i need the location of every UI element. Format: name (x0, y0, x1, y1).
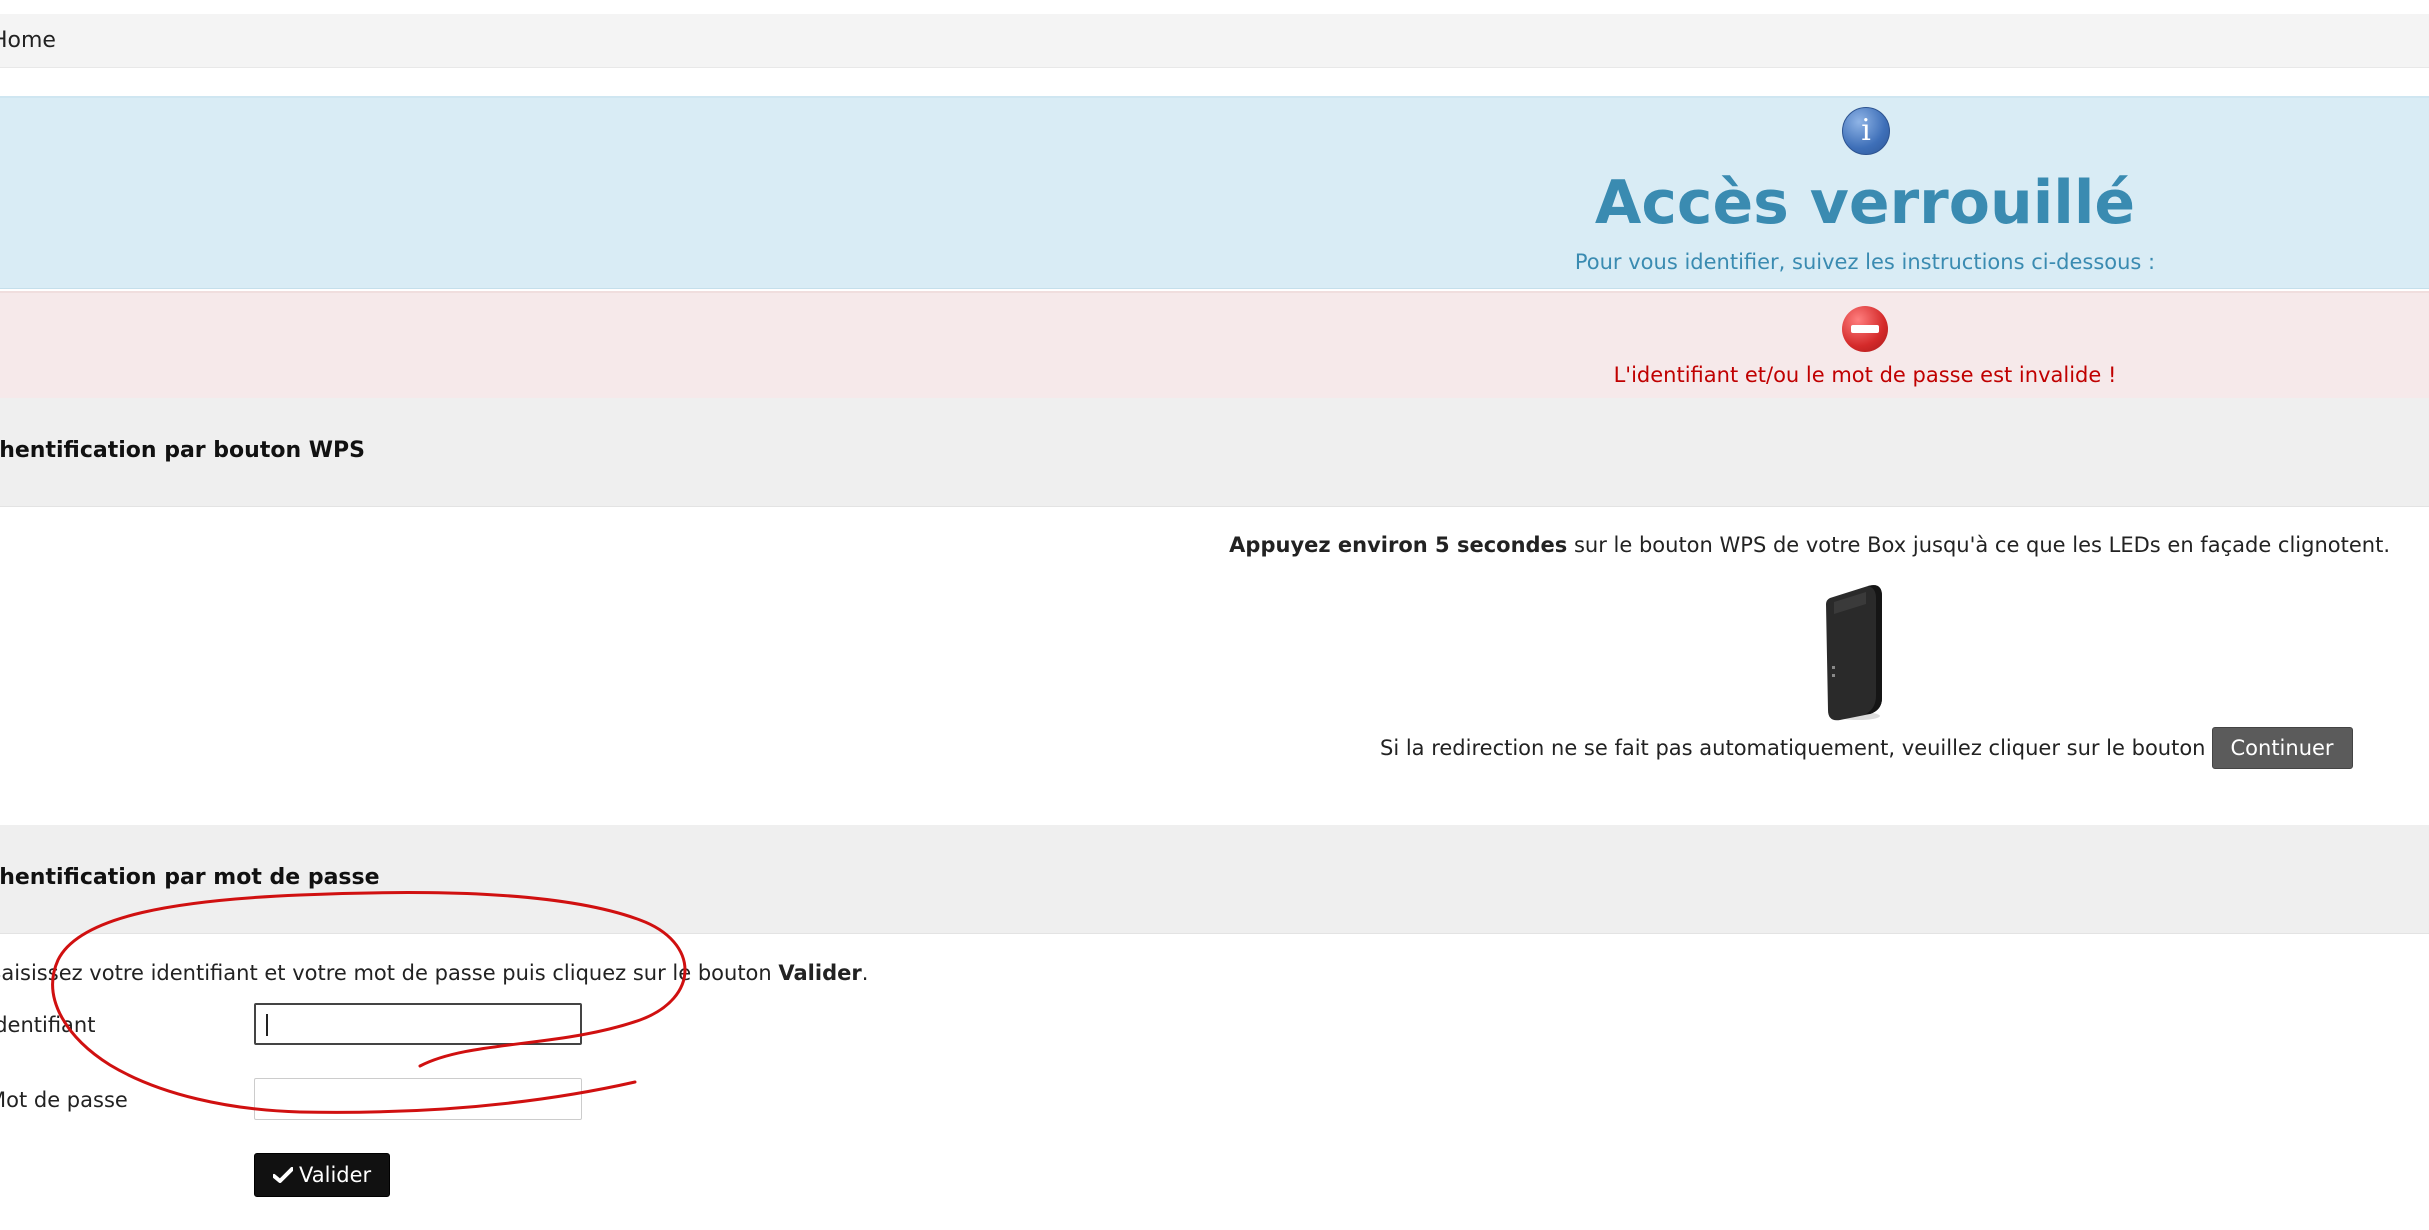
wps-instruction-rest: sur le bouton WPS de votre Box jusqu'à c… (1567, 533, 2390, 557)
check-icon (273, 1167, 293, 1183)
password-section-title: Authentification par mot de passe (0, 865, 380, 890)
error-banner: L'identifiant et/ou le mot de passe est … (0, 291, 2429, 399)
breadcrumb-home[interactable]: Home (0, 28, 56, 53)
error-message: L'identifiant et/ou le mot de passe est … (1613, 363, 2117, 387)
wps-section-header: Authentification par bouton WPS (0, 398, 2429, 507)
wps-instruction: Appuyez environ 5 secondes sur le bouton… (1000, 533, 2390, 557)
password-instruction-bold: Valider (778, 961, 862, 985)
submit-button[interactable]: Valider (254, 1153, 391, 1197)
info-banner: i Accès verrouillé Pour vous identifier,… (0, 96, 2429, 289)
page-subtitle: Pour vous identifier, suivez les instruc… (1574, 250, 2156, 274)
box-device-image (1826, 585, 1882, 721)
password-instruction: Saisissez votre identifiant et votre mot… (0, 961, 868, 985)
wps-section-title: Authentification par bouton WPS (0, 438, 366, 463)
error-icon (1842, 306, 1888, 352)
password-instruction-prefix: Saisissez votre identifiant et votre mot… (0, 961, 779, 985)
redirect-row: Si la redirection ne se fait pas automat… (1380, 727, 2353, 769)
password-section-header: Authentification par mot de passe (0, 825, 2429, 934)
redirect-text: Si la redirection ne se fait pas automat… (1380, 736, 2206, 760)
password-input[interactable] (254, 1078, 582, 1120)
wps-instruction-bold: Appuyez environ 5 secondes (1229, 533, 1568, 557)
username-label: Identifiant (0, 1013, 96, 1037)
password-instruction-suffix: . (861, 961, 869, 985)
password-label: Mot de passe (0, 1088, 128, 1112)
info-icon: i (1842, 107, 1890, 155)
username-input[interactable] (254, 1003, 582, 1045)
submit-label: Valider (299, 1163, 372, 1187)
page-title: Accès verrouillé (1594, 168, 2136, 238)
breadcrumb: Home (0, 14, 2429, 68)
continue-button[interactable]: Continuer (2211, 727, 2353, 769)
